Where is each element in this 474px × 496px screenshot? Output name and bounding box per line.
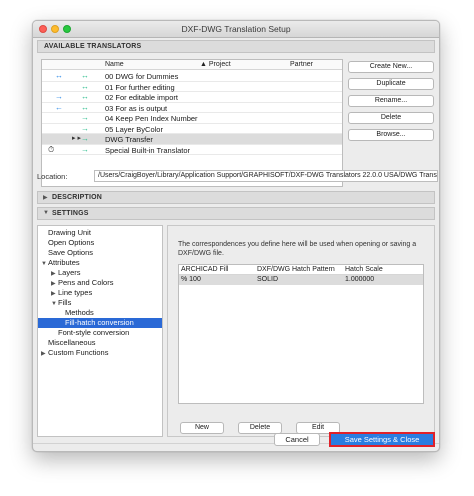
translator-name: 03 For as is output	[105, 103, 168, 113]
tree-item-pens-and-colors[interactable]: ▶ Pens and Colors	[38, 278, 162, 288]
tree-item-label: Pens and Colors	[58, 278, 114, 287]
tree-item-miscellaneous[interactable]: Miscellaneous	[38, 338, 162, 348]
cell-archicad-fill: % 100	[181, 276, 201, 283]
column-name[interactable]: Name	[105, 61, 124, 68]
translator-row[interactable]: → 05 Layer ByColor	[42, 123, 342, 134]
tree-item-attributes[interactable]: ▼Attributes	[38, 258, 162, 268]
table-row[interactable]: % 100 SOLID 1.000000	[179, 275, 423, 285]
translation-setup-window: DXF-DWG Translation Setup AVAILABLE TRAN…	[32, 20, 440, 452]
right-arrow-icon: →	[81, 123, 89, 133]
available-translators-label: AVAILABLE TRANSLATORS	[44, 43, 142, 50]
location-label: Location:	[37, 172, 68, 181]
settings-header[interactable]: ▼ SETTINGS	[37, 207, 435, 220]
left-arrow-icon: ←	[55, 102, 63, 112]
new-row-button[interactable]: New	[180, 422, 224, 434]
bidirectional-arrow-icon: ↔	[81, 81, 89, 91]
tree-item-line-types[interactable]: ▶ Line types	[38, 288, 162, 298]
translator-name: 05 Layer ByColor	[105, 124, 163, 134]
translator-row[interactable]: ← ↔ 03 For as is output	[42, 102, 342, 113]
tree-item-layers[interactable]: ▶ Layers	[38, 268, 162, 278]
tree-item-label: Miscellaneous	[48, 338, 96, 347]
expand-triangle-icon[interactable]: ▶	[41, 349, 48, 359]
tree-item-label: Font-style conversion	[58, 328, 130, 337]
tree-item-label: Open Options	[48, 238, 95, 247]
translator-row[interactable]: ↔ ↔ 00 DWG for Dummies	[42, 71, 342, 82]
tree-item-save-options[interactable]: Save Options	[38, 248, 162, 258]
settings-label: SETTINGS	[52, 210, 89, 217]
right-arrow-icon: →	[81, 144, 89, 154]
location-path-field[interactable]: /Users/CraigBoyer/Library/Application Su…	[94, 170, 438, 182]
window-title: DXF-DWG Translation Setup	[181, 24, 291, 34]
right-arrow-icon: →	[55, 92, 63, 101]
bidirectional-arrow-icon: ↔	[81, 102, 89, 112]
tree-item-fill-hatch-conversion[interactable]: Fill-hatch conversion	[38, 318, 162, 328]
delete-translator-button[interactable]: Delete	[348, 112, 434, 124]
tree-item-label: Layers	[58, 268, 81, 277]
cell-hatch-pattern: SOLID	[257, 276, 279, 283]
hatch-table-header: ARCHICAD Fill DXF/DWG Hatch Pattern Hatc…	[179, 265, 423, 275]
bidirectional-arrow-icon: ↔	[55, 71, 63, 80]
settings-tree[interactable]: Drawing Unit Open Options Save Options ▼…	[37, 225, 163, 437]
duplicate-button[interactable]: Duplicate	[348, 78, 434, 90]
translator-row-selected[interactable]: ▸ ▸ → DWG Transfer	[42, 134, 342, 145]
disclosure-right-icon: ▶	[43, 195, 48, 201]
cell-hatch-scale: 1.000000	[345, 276, 375, 283]
tree-item-label: Line types	[58, 288, 93, 297]
translator-row[interactable]: ⏱ → Special Built-in Translator	[42, 144, 342, 155]
tree-item-font-style-conversion[interactable]: Font-style conversion	[38, 328, 162, 338]
fill-hatch-description: The correspondences you define here will…	[178, 241, 417, 257]
column-partner[interactable]: Partner	[290, 61, 313, 68]
tree-item-custom-functions[interactable]: ▶ Custom Functions	[38, 348, 162, 358]
translator-name: 01 For further editing	[105, 82, 175, 92]
tree-item-label: Methods	[65, 308, 94, 317]
column-archicad-fill[interactable]: ARCHICAD Fill	[181, 266, 228, 273]
clock-icon: ⏱	[48, 144, 55, 154]
fill-hatch-panel: The correspondences you define here will…	[167, 225, 435, 437]
tree-item-label: Save Options	[48, 248, 94, 257]
translator-name: 02 For editable import	[105, 93, 178, 102]
translator-row[interactable]: ↔ 01 For further editing	[42, 81, 342, 92]
tree-item-methods[interactable]: Methods	[38, 308, 162, 318]
right-arrow-icon: →	[81, 134, 89, 143]
tree-item-label: Custom Functions	[48, 348, 109, 357]
available-translators-header: AVAILABLE TRANSLATORS	[37, 40, 435, 53]
translator-name: 04 Keep Pen Index Number	[105, 114, 198, 123]
column-hatch-pattern[interactable]: DXF/DWG Hatch Pattern	[257, 266, 335, 273]
translator-row[interactable]: → 04 Keep Pen Index Number	[42, 113, 342, 124]
tree-item-label: Attributes	[48, 258, 80, 267]
description-label: DESCRIPTION	[52, 194, 103, 201]
translator-name: Special Built-in Translator	[105, 145, 191, 155]
tree-item-label: Fills	[58, 298, 72, 307]
title-bar: DXF-DWG Translation Setup	[33, 21, 439, 38]
tree-item-open-options[interactable]: Open Options	[38, 238, 162, 248]
translator-row[interactable]: → ↔ 02 For editable import	[42, 92, 342, 103]
expand-arrows-icon[interactable]: ▸ ▸	[72, 134, 81, 142]
bidirectional-arrow-icon: ↔	[81, 92, 89, 101]
cancel-button[interactable]: Cancel	[274, 433, 320, 446]
bidirectional-arrow-icon: ↔	[81, 71, 89, 80]
column-hatch-scale[interactable]: Hatch Scale	[345, 266, 383, 273]
translator-name: DWG Transfer	[105, 135, 153, 144]
save-settings-close-button[interactable]: Save Settings & Close	[329, 432, 435, 447]
tree-item-drawing-unit[interactable]: Drawing Unit	[38, 228, 162, 238]
hatch-table[interactable]: ARCHICAD Fill DXF/DWG Hatch Pattern Hatc…	[178, 264, 424, 404]
column-project[interactable]: ▲ Project	[200, 61, 231, 68]
translator-name: 00 DWG for Dummies	[105, 72, 179, 81]
rename-button[interactable]: Rename...	[348, 95, 434, 107]
tree-item-label: Drawing Unit	[48, 228, 91, 237]
disclosure-down-icon: ▼	[43, 210, 49, 216]
tree-item-fills[interactable]: ▼Fills	[38, 298, 162, 308]
browse-button[interactable]: Browse...	[348, 129, 434, 141]
description-header[interactable]: ▶ DESCRIPTION	[37, 191, 435, 204]
translator-list[interactable]: Name ▲ Project Partner ↔ ↔ 00 DWG for Du…	[41, 59, 343, 187]
right-arrow-icon: →	[81, 113, 89, 122]
translator-list-header: Name ▲ Project Partner	[42, 60, 342, 70]
create-new-button[interactable]: Create New...	[348, 61, 434, 73]
tree-item-label: Fill-hatch conversion	[65, 318, 134, 327]
